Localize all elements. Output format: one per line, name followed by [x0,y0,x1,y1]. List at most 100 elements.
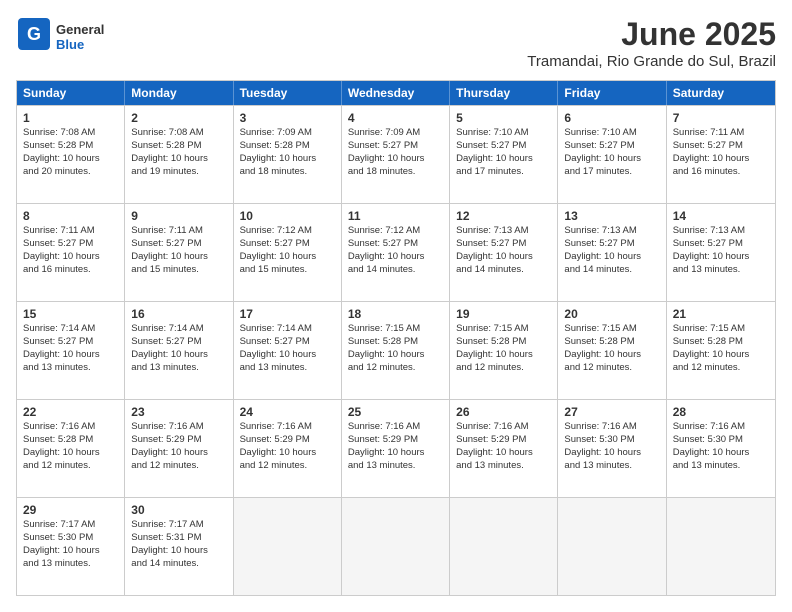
day-info-line: and 13 minutes. [23,558,118,571]
day-info-line: and 13 minutes. [456,460,551,473]
cal-cell-9: 9Sunrise: 7:11 AMSunset: 5:27 PMDaylight… [125,204,233,301]
day-info-line: Daylight: 10 hours [23,349,118,362]
day-info-line: and 13 minutes. [673,264,769,277]
day-info-line: and 12 minutes. [564,362,659,375]
day-info-line: and 12 minutes. [240,460,335,473]
cal-cell-26: 26Sunrise: 7:16 AMSunset: 5:29 PMDayligh… [450,400,558,497]
day-info-line: Sunrise: 7:08 AM [23,127,118,140]
day-number: 14 [673,208,769,224]
header: G General Blue June 2025 Tramandai, Rio … [16,16,776,70]
title-block: June 2025 Tramandai, Rio Grande do Sul, … [527,16,776,70]
cal-row-5: 29Sunrise: 7:17 AMSunset: 5:30 PMDayligh… [17,497,775,595]
day-info-line: and 13 minutes. [564,460,659,473]
day-info-line: Sunset: 5:27 PM [131,336,226,349]
cal-cell-29: 29Sunrise: 7:17 AMSunset: 5:30 PMDayligh… [17,498,125,595]
day-number: 27 [564,404,659,420]
cal-cell-1: 1Sunrise: 7:08 AMSunset: 5:28 PMDaylight… [17,106,125,203]
day-info-line: Sunset: 5:28 PM [456,336,551,349]
cal-cell-21: 21Sunrise: 7:15 AMSunset: 5:28 PMDayligh… [667,302,775,399]
day-info-line: and 19 minutes. [131,166,226,179]
cal-cell-empty-4 [450,498,558,595]
day-info-line: Daylight: 10 hours [23,251,118,264]
day-info-line: Daylight: 10 hours [240,447,335,460]
day-info-line: Sunset: 5:27 PM [240,336,335,349]
day-info-line: Daylight: 10 hours [131,545,226,558]
day-info-line: Daylight: 10 hours [564,251,659,264]
day-info-line: Sunrise: 7:12 AM [348,225,443,238]
day-number: 28 [673,404,769,420]
day-info-line: Daylight: 10 hours [673,349,769,362]
day-info-line: Sunrise: 7:14 AM [131,323,226,336]
day-info-line: and 13 minutes. [240,362,335,375]
cal-cell-8: 8Sunrise: 7:11 AMSunset: 5:27 PMDaylight… [17,204,125,301]
calendar-header: SundayMondayTuesdayWednesdayThursdayFrid… [17,81,775,105]
day-info-line: and 12 minutes. [348,362,443,375]
cal-cell-20: 20Sunrise: 7:15 AMSunset: 5:28 PMDayligh… [558,302,666,399]
cal-cell-13: 13Sunrise: 7:13 AMSunset: 5:27 PMDayligh… [558,204,666,301]
cal-cell-3: 3Sunrise: 7:09 AMSunset: 5:28 PMDaylight… [234,106,342,203]
day-number: 25 [348,404,443,420]
day-info-line: Sunset: 5:27 PM [23,336,118,349]
day-info-line: Sunset: 5:28 PM [131,140,226,153]
day-info-line: and 13 minutes. [131,362,226,375]
day-info-line: Sunset: 5:28 PM [23,140,118,153]
cal-cell-empty-6 [667,498,775,595]
cal-cell-empty-5 [558,498,666,595]
day-info-line: Sunrise: 7:16 AM [23,421,118,434]
cal-cell-6: 6Sunrise: 7:10 AMSunset: 5:27 PMDaylight… [558,106,666,203]
day-info-line: Daylight: 10 hours [23,545,118,558]
day-info-line: Sunset: 5:29 PM [240,434,335,447]
svg-text:G: G [27,24,41,44]
day-number: 4 [348,110,443,126]
day-info-line: and 18 minutes. [348,166,443,179]
day-info-line: Sunset: 5:28 PM [23,434,118,447]
day-number: 12 [456,208,551,224]
day-info-line: and 17 minutes. [456,166,551,179]
day-info-line: and 14 minutes. [348,264,443,277]
day-info-line: Sunset: 5:27 PM [23,238,118,251]
day-info-line: Daylight: 10 hours [673,251,769,264]
day-info-line: Daylight: 10 hours [673,153,769,166]
day-info-line: and 12 minutes. [23,460,118,473]
day-number: 24 [240,404,335,420]
day-info-line: Sunrise: 7:11 AM [673,127,769,140]
day-info-line: Daylight: 10 hours [131,447,226,460]
day-info-line: Sunset: 5:30 PM [673,434,769,447]
day-info-line: Sunset: 5:27 PM [240,238,335,251]
day-info-line: Daylight: 10 hours [456,349,551,362]
cal-cell-7: 7Sunrise: 7:11 AMSunset: 5:27 PMDaylight… [667,106,775,203]
day-number: 19 [456,306,551,322]
day-number: 21 [673,306,769,322]
title-location: Tramandai, Rio Grande do Sul, Brazil [527,53,776,70]
day-info-line: Sunrise: 7:14 AM [240,323,335,336]
logo-icon: G [16,16,52,52]
cal-cell-15: 15Sunrise: 7:14 AMSunset: 5:27 PMDayligh… [17,302,125,399]
cal-cell-23: 23Sunrise: 7:16 AMSunset: 5:29 PMDayligh… [125,400,233,497]
header-day-saturday: Saturday [667,81,775,105]
day-info-line: Sunset: 5:28 PM [348,336,443,349]
cal-cell-24: 24Sunrise: 7:16 AMSunset: 5:29 PMDayligh… [234,400,342,497]
day-number: 10 [240,208,335,224]
day-number: 15 [23,306,118,322]
cal-cell-12: 12Sunrise: 7:13 AMSunset: 5:27 PMDayligh… [450,204,558,301]
day-info-line: Sunrise: 7:10 AM [564,127,659,140]
cal-cell-14: 14Sunrise: 7:13 AMSunset: 5:27 PMDayligh… [667,204,775,301]
day-info-line: Daylight: 10 hours [348,251,443,264]
day-info-line: Sunset: 5:27 PM [673,238,769,251]
logo-general-text: General [56,22,104,37]
day-info-line: Daylight: 10 hours [564,153,659,166]
header-day-wednesday: Wednesday [342,81,450,105]
day-info-line: and 14 minutes. [131,558,226,571]
day-number: 13 [564,208,659,224]
cal-cell-30: 30Sunrise: 7:17 AMSunset: 5:31 PMDayligh… [125,498,233,595]
cal-cell-27: 27Sunrise: 7:16 AMSunset: 5:30 PMDayligh… [558,400,666,497]
day-info-line: Sunrise: 7:11 AM [131,225,226,238]
day-info-line: Sunset: 5:27 PM [673,140,769,153]
cal-cell-2: 2Sunrise: 7:08 AMSunset: 5:28 PMDaylight… [125,106,233,203]
cal-row-4: 22Sunrise: 7:16 AMSunset: 5:28 PMDayligh… [17,399,775,497]
day-info-line: Sunset: 5:27 PM [348,140,443,153]
day-info-line: Sunset: 5:29 PM [131,434,226,447]
calendar: SundayMondayTuesdayWednesdayThursdayFrid… [16,80,776,596]
day-info-line: Sunset: 5:27 PM [564,238,659,251]
day-info-line: and 16 minutes. [673,166,769,179]
